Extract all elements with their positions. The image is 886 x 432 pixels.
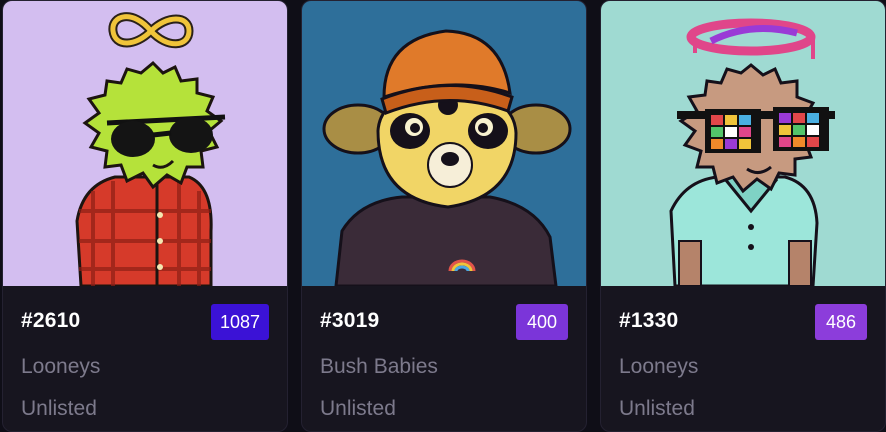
collection-name[interactable]: Looneys xyxy=(21,355,100,379)
listing-status: Unlisted xyxy=(619,397,695,420)
token-id: #3019 xyxy=(320,309,380,332)
nft-artwork[interactable] xyxy=(601,1,885,286)
listing-status: Unlisted xyxy=(320,397,396,420)
green-looney-avatar-icon xyxy=(3,1,287,286)
nft-card[interactable]: #3019 400 Bush Babies Unlisted xyxy=(301,0,587,432)
collection-name[interactable]: Bush Babies xyxy=(320,355,438,379)
nft-artwork[interactable] xyxy=(3,1,287,286)
rank-badge: 486 xyxy=(815,304,867,340)
bush-baby-avatar-icon xyxy=(302,1,586,286)
nft-card[interactable]: #2610 1087 Looneys Unlisted xyxy=(2,0,288,432)
nft-card-grid: #2610 1087 Looneys Unlisted #3019 400 Bu… xyxy=(0,0,886,432)
rank-badge: 400 xyxy=(516,304,568,340)
brown-looney-avatar-icon xyxy=(601,1,885,286)
collection-name[interactable]: Looneys xyxy=(619,355,698,379)
token-id: #1330 xyxy=(619,309,679,332)
listing-status: Unlisted xyxy=(21,397,97,420)
rank-badge: 1087 xyxy=(210,304,269,340)
nft-card[interactable]: #1330 486 Looneys Unlisted xyxy=(600,0,886,432)
nft-artwork[interactable] xyxy=(302,1,586,286)
token-id: #2610 xyxy=(21,309,81,332)
